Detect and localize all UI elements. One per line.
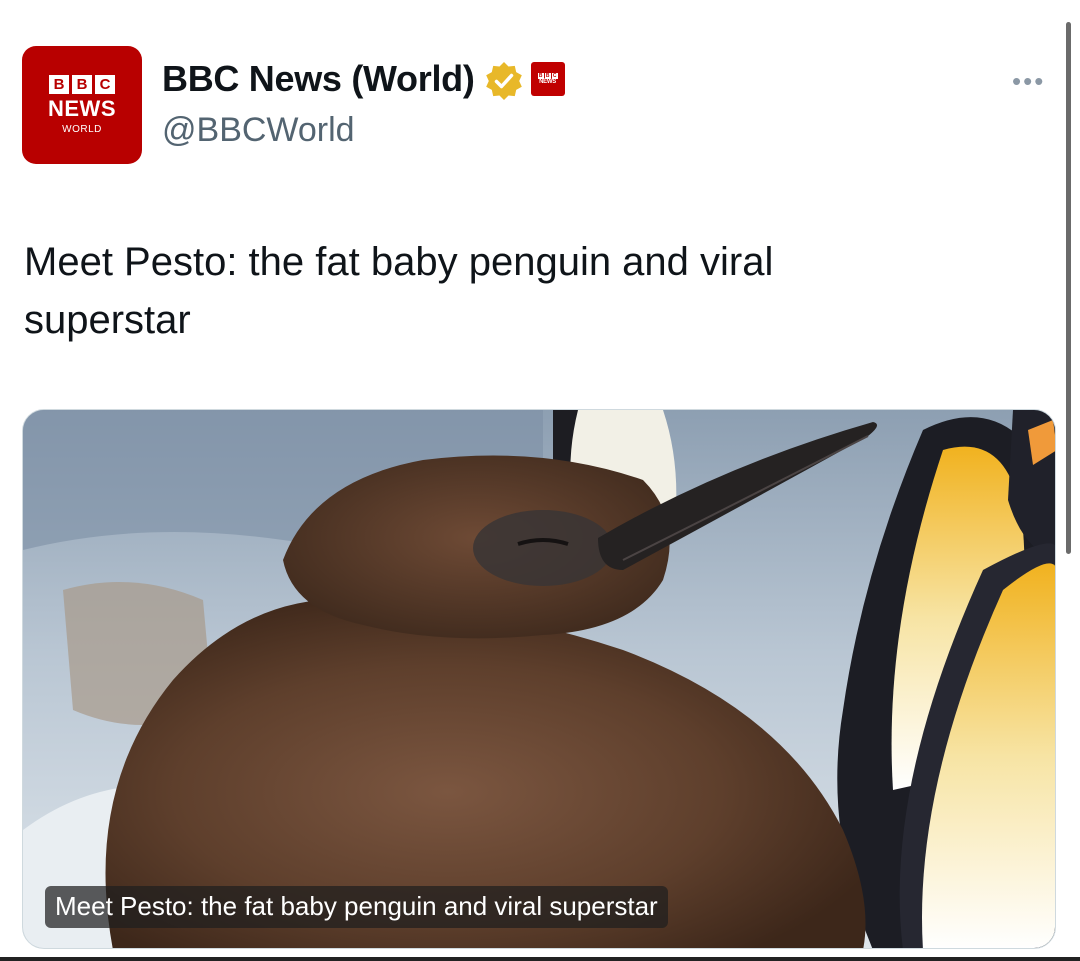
media-caption: Meet Pesto: the fat baby penguin and vir… xyxy=(45,886,668,928)
bbc-news-affiliate-icon[interactable]: B B C NEWS xyxy=(530,62,565,96)
display-name[interactable]: BBC News (World) xyxy=(162,58,475,100)
avatar-world-word: WORLD xyxy=(62,124,102,135)
tweet-text: Meet Pesto: the fat baby penguin and vir… xyxy=(24,240,774,342)
gold-verified-icon[interactable] xyxy=(485,62,523,100)
avatar[interactable]: B B C NEWS WORLD xyxy=(22,46,142,164)
scrollbar[interactable] xyxy=(1066,22,1071,554)
user-handle[interactable]: @BBCWorld xyxy=(162,111,355,150)
penguin-chick-photo xyxy=(23,410,1055,948)
tweet-card: B B C NEWS WORLD BBC News (World) B B C … xyxy=(0,0,1080,961)
avatar-news-word: NEWS xyxy=(48,96,116,121)
bbc-blocks-logo: B B C xyxy=(49,75,115,94)
display-name-row: BBC News (World) B B C NEWS xyxy=(162,58,565,100)
tweet-media-image[interactable]: Meet Pesto: the fat baby penguin and vir… xyxy=(22,409,1056,949)
more-options-icon[interactable]: ••• xyxy=(1012,66,1045,97)
divider xyxy=(0,957,1080,961)
